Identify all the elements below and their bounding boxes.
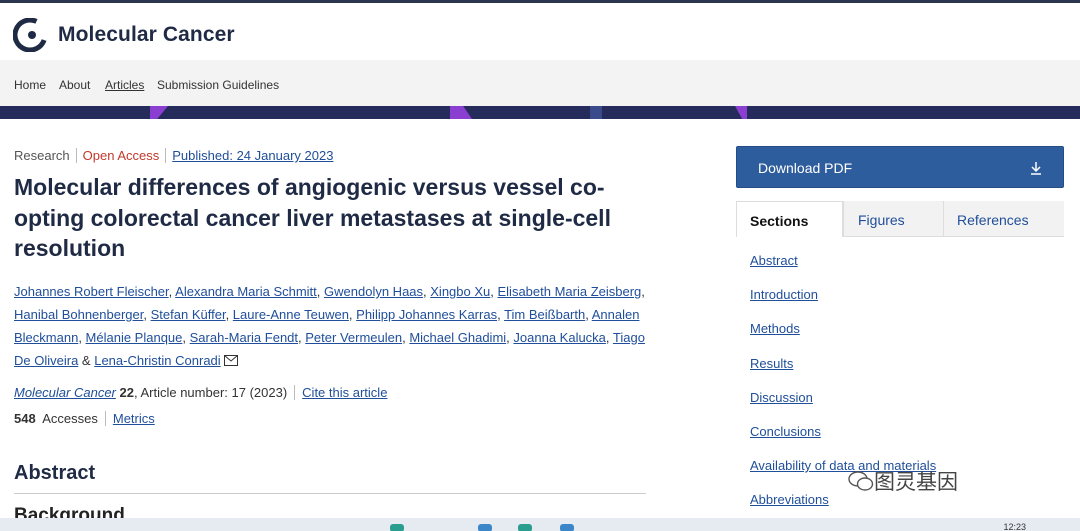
journal-title[interactable]: Molecular Cancer <box>58 23 235 47</box>
author-link[interactable]: Alexandra Maria Schmitt <box>175 284 317 299</box>
citation-details: , Article number: 17 (2023) <box>133 385 288 400</box>
tab-figures[interactable]: Figures <box>843 201 943 237</box>
section-link-methods[interactable]: Methods <box>750 321 800 336</box>
nav-submission-guidelines[interactable]: Submission Guidelines <box>157 78 279 92</box>
banner-accent-shape <box>590 106 602 119</box>
author-link[interactable]: Johannes Robert Fleischer <box>14 284 169 299</box>
author-link[interactable]: Laure-Anne Teuwen <box>233 307 349 322</box>
download-icon <box>1031 162 1041 175</box>
wechat-icon <box>848 471 874 491</box>
window-top-strip <box>0 0 1080 12</box>
banner-accent-shape <box>450 106 472 119</box>
taskbar-app-icon[interactable] <box>518 524 532 531</box>
banner-accent-shape <box>735 106 747 119</box>
accesses-label: Accesses <box>42 411 98 426</box>
author-link[interactable]: Hanibal Bohnenberger <box>14 307 143 322</box>
article-meta: Research Open Access Published: 24 January… <box>14 148 333 163</box>
author-link[interactable]: Gwendolyn Haas <box>324 284 423 299</box>
tab-sections[interactable]: Sections <box>736 201 843 237</box>
author-joiner: & <box>81 353 91 368</box>
author-link[interactable]: Mélanie Planque <box>86 330 183 345</box>
taskbar-clock: 12:23 <box>1003 522 1026 531</box>
author-link[interactable]: Peter Vermeulen <box>305 330 402 345</box>
taskbar-app-icon[interactable] <box>560 524 574 531</box>
author-link[interactable]: Elisabeth Maria Zeisberg <box>498 284 642 299</box>
section-link-results[interactable]: Results <box>750 356 793 371</box>
author-link[interactable]: Lena-Christin Conradi <box>94 353 220 368</box>
main-nav: Home About Articles Submission Guideline… <box>0 60 1080 106</box>
metrics-link[interactable]: Metrics <box>113 411 155 426</box>
author-link[interactable]: Joanna Kalucka <box>513 330 606 345</box>
journal-header: Molecular Cancer <box>0 12 1080 60</box>
nav-home[interactable]: Home <box>14 78 46 92</box>
author-link[interactable]: Tim Beißbarth <box>504 307 585 322</box>
access-metrics: 548 Accesses Metrics <box>14 411 155 426</box>
abstract-heading: Abstract <box>14 462 96 484</box>
mail-icon[interactable] <box>223 355 238 366</box>
watermark-text: 图灵基因 <box>874 470 958 494</box>
nav-articles[interactable]: Articles <box>105 78 144 92</box>
citation-volume: 22 <box>119 385 134 400</box>
decorative-banner <box>0 106 1080 119</box>
section-link-conclusions[interactable]: Conclusions <box>750 424 821 439</box>
author-link[interactable]: Stefan Küffer <box>151 307 226 322</box>
author-link[interactable]: Sarah-Maria Fendt <box>190 330 298 345</box>
tab-references[interactable]: References <box>943 201 1064 237</box>
section-link-abbreviations[interactable]: Abbreviations <box>750 492 829 507</box>
citation-journal[interactable]: Molecular Cancer <box>14 385 116 400</box>
author-link[interactable]: Xingbo Xu <box>430 284 490 299</box>
section-link-abstract[interactable]: Abstract <box>750 253 798 268</box>
download-pdf-button[interactable]: Download PDF <box>736 146 1064 188</box>
taskbar-app-icon[interactable] <box>390 524 404 531</box>
banner-accent-shape <box>150 106 168 119</box>
published-date[interactable]: Published: 24 January 2023 <box>172 148 333 163</box>
article-title: Molecular differences of angiogenic vers… <box>14 174 611 261</box>
taskbar-app-icon[interactable] <box>478 524 492 531</box>
divider <box>104 411 106 426</box>
divider <box>294 385 296 400</box>
open-access-badge: Open Access <box>83 148 167 163</box>
section-divider <box>14 493 646 494</box>
nav-about[interactable]: About <box>59 78 90 92</box>
sidebar-tabs: Sections Figures References <box>736 201 1064 237</box>
author-link[interactable]: Michael Ghadimi <box>409 330 506 345</box>
accesses-count: 548 <box>14 411 36 426</box>
taskbar: 12:23 <box>0 518 1080 531</box>
section-link-introduction[interactable]: Introduction <box>750 287 818 302</box>
download-pdf-label: Download PDF <box>758 160 853 176</box>
citation-line: Molecular Cancer 22, Article number: 17 … <box>14 385 387 400</box>
article-type: Research <box>14 148 77 163</box>
cite-article-link[interactable]: Cite this article <box>302 385 387 400</box>
author-list: Johannes Robert Fleischer, Alexandra Mar… <box>14 284 645 368</box>
author-link[interactable]: Philipp Johannes Karras <box>356 307 497 322</box>
section-link-discussion[interactable]: Discussion <box>750 390 813 405</box>
journal-logo-icon[interactable] <box>13 18 47 52</box>
